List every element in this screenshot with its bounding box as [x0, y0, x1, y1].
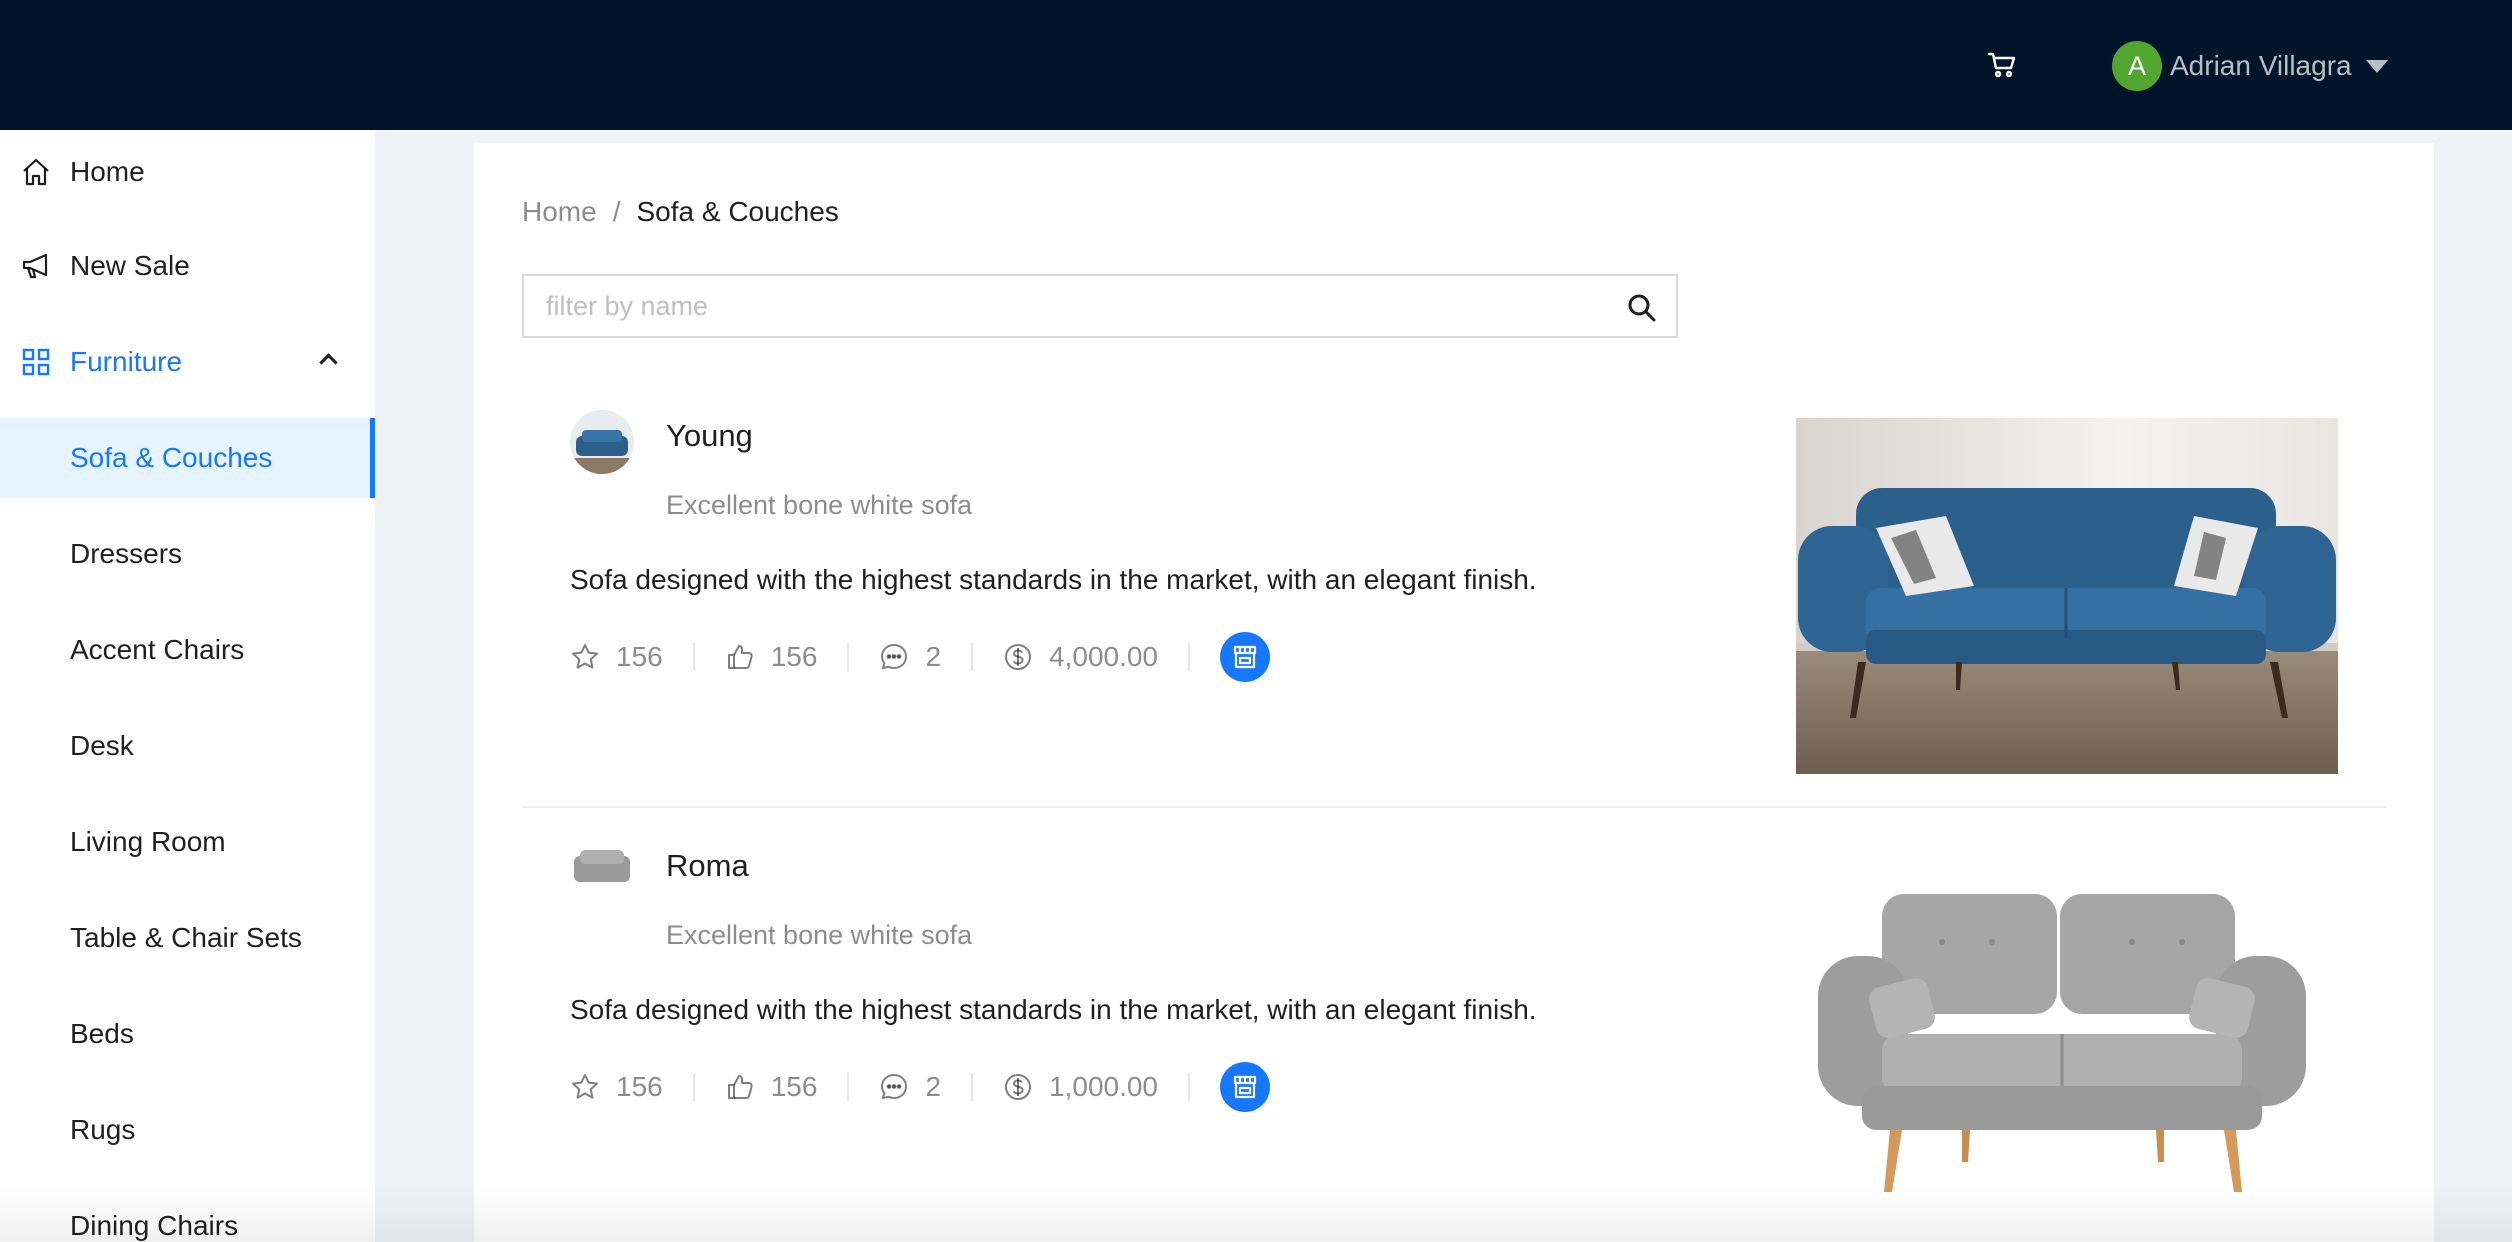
user-avatar: A: [2112, 41, 2162, 91]
comment-action[interactable]: 2: [879, 641, 941, 673]
like-icon: [727, 645, 753, 669]
search-icon[interactable]: [1624, 290, 1660, 326]
sidebar-subitem-dressers[interactable]: Dressers: [0, 514, 375, 594]
cart-button[interactable]: [1982, 48, 2022, 82]
price-action: 4,000.00: [1003, 641, 1158, 673]
breadcrumb: Home / Sofa & Couches: [522, 196, 839, 228]
sidebar-subitem-label: Sofa & Couches: [70, 442, 273, 473]
sidebar-item-label: Furniture: [70, 346, 183, 377]
product-content: Sofa designed with the highest standards…: [570, 564, 1537, 595]
sidebar-subitem-table-chair-sets[interactable]: Table & Chair Sets: [0, 898, 375, 978]
star-count: 156: [616, 1071, 663, 1102]
dollar-icon: [1005, 1074, 1032, 1100]
product-title[interactable]: Roma: [666, 848, 749, 884]
star-action[interactable]: 156: [570, 1071, 663, 1103]
user-name: Adrian Villagra: [2170, 50, 2352, 81]
home-icon: [23, 158, 49, 186]
star-count: 156: [616, 641, 663, 672]
star-icon: [572, 644, 598, 669]
shopping-cart-icon: [1988, 52, 2016, 78]
price-action: 1,000.00: [1003, 1071, 1158, 1103]
sidebar-subitem-label: Table & Chair Sets: [70, 922, 302, 953]
sidebar-item-home[interactable]: Home: [0, 132, 375, 212]
action-divider: [971, 643, 974, 671]
product-content: Sofa designed with the highest standards…: [570, 994, 1537, 1025]
top-header: A Adrian Villagra: [0, 0, 2512, 130]
store-button[interactable]: [1220, 632, 1271, 682]
sidebar-subitem-label: Dining Chairs: [70, 1210, 239, 1241]
product-description: Excellent bone white sofa: [666, 920, 973, 950]
sidebar-subitem-label: Dressers: [70, 538, 183, 569]
sidebar-item-new-sale[interactable]: New Sale: [0, 226, 375, 306]
star-icon: [572, 1074, 598, 1099]
like-count: 156: [770, 641, 818, 672]
appstore-icon: [22, 348, 50, 376]
sidebar-subitem-accent-chairs[interactable]: Accent Chairs: [0, 610, 375, 690]
price-value: 1,000.00: [1049, 1071, 1159, 1102]
product-image-gray-sofa: [1812, 886, 2312, 1202]
action-divider: [692, 643, 695, 671]
megaphone-icon: [22, 253, 48, 279]
sidebar-subitem-rugs[interactable]: Rugs: [0, 1090, 375, 1170]
like-count: 156: [770, 1071, 818, 1102]
breadcrumb-current: Sofa & Couches: [636, 196, 839, 227]
action-divider: [847, 643, 850, 671]
comment-action[interactable]: 2: [879, 1071, 941, 1103]
action-divider: [1188, 1073, 1191, 1101]
product-actions: 156 156 2 4,000.00: [570, 631, 1271, 683]
shop-icon: [1233, 645, 1257, 669]
caret-down-icon: [2365, 59, 2388, 73]
product-description: Excellent bone white sofa: [666, 490, 973, 520]
shop-icon: [1233, 1075, 1257, 1099]
product-avatar: [570, 410, 634, 474]
comment-icon: [881, 1073, 908, 1100]
breadcrumb-separator: /: [612, 196, 621, 227]
like-icon: [727, 1075, 753, 1099]
sidebar-subitem-label: Desk: [70, 730, 134, 761]
star-action[interactable]: 156: [570, 641, 663, 673]
search-box: [522, 274, 1678, 338]
sidebar-item-label: Home: [70, 156, 145, 187]
sidebar-subitem-sofa-couches[interactable]: Sofa & Couches: [0, 418, 375, 498]
store-button[interactable]: [1220, 1062, 1271, 1112]
product-title[interactable]: Young: [666, 418, 753, 454]
action-divider: [1188, 643, 1191, 671]
product-actions: 156 156 2 1,000.00: [570, 1061, 1271, 1113]
sidebar: Home New Sale Furniture Sofa & Couches D…: [0, 130, 375, 1242]
price-value: 4,000.00: [1049, 641, 1159, 672]
list-divider: [522, 806, 2386, 808]
like-action[interactable]: 156: [725, 641, 818, 673]
sidebar-subitem-dining-chairs[interactable]: Dining Chairs: [0, 1186, 375, 1242]
comment-count: 2: [925, 1071, 942, 1102]
product-avatar: [570, 840, 634, 904]
sidebar-subitem-beds[interactable]: Beds: [0, 994, 375, 1074]
search-input[interactable]: [546, 276, 1586, 336]
sidebar-subitem-living-room[interactable]: Living Room: [0, 802, 375, 882]
comment-icon: [881, 643, 908, 670]
sidebar-item-furniture[interactable]: Furniture: [0, 322, 375, 402]
breadcrumb-home-link[interactable]: Home: [522, 196, 597, 228]
sidebar-subitem-label: Living Room: [70, 826, 226, 857]
user-menu[interactable]: A Adrian Villagra: [2112, 40, 2388, 92]
sidebar-subitem-desk[interactable]: Desk: [0, 706, 375, 786]
action-divider: [692, 1073, 695, 1101]
sidebar-subitem-label: Accent Chairs: [70, 634, 245, 665]
sidebar-subitem-label: Rugs: [70, 1114, 136, 1145]
product-image-blue-sofa: [1796, 418, 2338, 774]
dollar-icon: [1005, 644, 1032, 670]
chevron-up-icon: [319, 353, 338, 372]
sidebar-item-label: New Sale: [70, 250, 190, 281]
action-divider: [971, 1073, 974, 1101]
sidebar-subitem-label: Beds: [70, 1018, 134, 1049]
action-divider: [847, 1073, 850, 1101]
comment-count: 2: [925, 641, 942, 672]
like-action[interactable]: 156: [725, 1071, 818, 1103]
